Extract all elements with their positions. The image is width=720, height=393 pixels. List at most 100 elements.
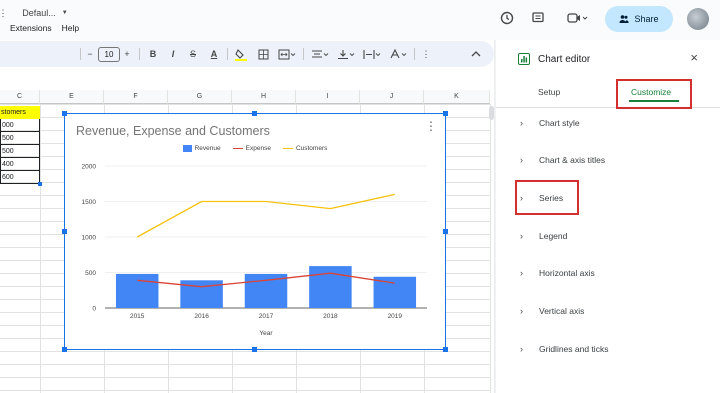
x-tick-label: 2019: [388, 313, 403, 320]
bar-revenue: [115, 273, 159, 308]
share-button[interactable]: Share: [605, 6, 673, 32]
section-label: Chart & axis titles: [539, 155, 606, 165]
people-icon: [619, 15, 630, 23]
text-wrap-icon[interactable]: [362, 41, 382, 67]
bold-button[interactable]: B: [147, 41, 159, 67]
chart-editor-header: Chart editor: [518, 53, 590, 65]
dropdown-arrow-icon: ▼: [61, 10, 68, 16]
section-label: Chart style: [539, 118, 580, 128]
chevron-right-icon: ›: [520, 155, 523, 165]
column-header-i[interactable]: I: [296, 90, 360, 104]
x-axis-title: Year: [259, 330, 273, 337]
section-legend[interactable]: › Legend: [520, 231, 567, 241]
row-gridline: [0, 390, 490, 391]
fill-color-icon[interactable]: [234, 41, 248, 67]
resize-handle-tl[interactable]: [62, 111, 67, 116]
chevron-right-icon: ›: [520, 344, 523, 354]
cell-d1[interactable]: stomers: [0, 106, 40, 119]
row-gridline: [0, 364, 490, 365]
section-chart-style[interactable]: › Chart style: [520, 118, 580, 128]
tab-setup[interactable]: Setup: [538, 87, 560, 97]
bar-revenue: [309, 266, 352, 308]
align-icon[interactable]: [310, 41, 330, 67]
section-label: Vertical axis: [539, 306, 585, 316]
column-header-j[interactable]: J: [360, 90, 424, 104]
section-label: Gridlines and ticks: [539, 344, 609, 354]
x-tick-label: 2018: [323, 313, 338, 320]
text-color-button[interactable]: A: [207, 41, 221, 67]
divider: [414, 48, 415, 60]
column-header-d[interactable]: C: [0, 90, 40, 104]
chart-plot-area[interactable]: 0 500 1000 1500 2000 2015 2016 2017 2018 2019 Year: [65, 114, 445, 349]
share-label: Share: [634, 14, 659, 24]
decrease-font-button[interactable]: −: [85, 41, 95, 67]
top-bar: Extensions Help Share: [0, 0, 720, 40]
column-header-k[interactable]: K: [424, 90, 490, 104]
avatar[interactable]: [687, 8, 709, 30]
vertical-align-icon[interactable]: [336, 41, 356, 67]
chart[interactable]: Revenue, Expense and Customers ⋮ Revenue…: [64, 113, 446, 350]
resize-handle-tr[interactable]: [443, 111, 448, 116]
resize-handle-br[interactable]: [443, 347, 448, 352]
chevron-right-icon: ›: [520, 231, 523, 241]
column-header-g[interactable]: G: [168, 90, 232, 104]
divider: [80, 48, 81, 60]
more-icon[interactable]: ⋮: [422, 41, 431, 67]
divider: [139, 48, 140, 60]
text-rotation-icon[interactable]: [388, 41, 408, 67]
meet-icon[interactable]: [564, 10, 590, 26]
row-gridline: [0, 104, 490, 105]
y-tick-label: 1000: [82, 235, 97, 242]
font-family-select[interactable]: Defaul... ▼: [20, 0, 70, 26]
section-label: Legend: [539, 231, 568, 241]
divider: [227, 48, 228, 60]
italic-button[interactable]: I: [167, 41, 179, 67]
y-tick-label: 2000: [82, 164, 97, 171]
cell-d2[interactable]: 000: [0, 119, 40, 132]
cell-d5[interactable]: 400: [0, 158, 40, 171]
merge-cells-icon[interactable]: [277, 41, 297, 67]
font-size-input[interactable]: 10: [98, 47, 120, 62]
toolbar-overflow-left: ⋮: [0, 7, 8, 18]
comments-icon[interactable]: [530, 10, 546, 26]
resize-handle-bl[interactable]: [62, 347, 67, 352]
chart-editor-title: Chart editor: [538, 53, 591, 65]
section-chart-axis-titles[interactable]: › Chart & axis titles: [520, 155, 605, 165]
bar-revenue: [180, 280, 223, 308]
font-family-value: Defaul...: [22, 8, 56, 18]
borders-icon[interactable]: [256, 41, 270, 67]
resize-handle-ml[interactable]: [62, 229, 67, 234]
column-header-h[interactable]: H: [232, 90, 296, 104]
column-header-f[interactable]: F: [104, 90, 168, 104]
section-vertical-axis[interactable]: › Vertical axis: [520, 306, 584, 316]
column-header-e[interactable]: E: [40, 90, 104, 104]
highlight-customize-tab: [616, 79, 692, 109]
close-icon[interactable]: ×: [690, 50, 698, 65]
collapse-toolbar-icon[interactable]: [470, 41, 482, 67]
y-tick-label: 0: [92, 306, 96, 313]
history-icon[interactable]: [499, 10, 515, 26]
column-gridline: [40, 104, 41, 393]
y-tick-label: 500: [85, 270, 96, 277]
resize-handle-tc[interactable]: [252, 111, 257, 116]
resize-handle-bc[interactable]: [252, 347, 257, 352]
row-gridline: [0, 377, 490, 378]
chevron-right-icon: ›: [520, 118, 523, 128]
section-horizontal-axis[interactable]: › Horizontal axis: [520, 268, 595, 278]
section-gridlines-ticks[interactable]: › Gridlines and ticks: [520, 344, 608, 354]
cell-d3[interactable]: 500: [0, 132, 40, 145]
y-tick-label: 1500: [82, 199, 97, 206]
x-tick-label: 2016: [194, 313, 209, 320]
section-label: Horizontal axis: [539, 268, 595, 278]
cell-d4[interactable]: 500: [0, 145, 40, 158]
row-gridline: [0, 351, 490, 352]
column-gridline: [490, 104, 491, 393]
chevron-right-icon: ›: [520, 268, 523, 278]
resize-handle-mr[interactable]: [443, 229, 448, 234]
increase-font-button[interactable]: +: [122, 41, 132, 67]
cell-d6[interactable]: 600: [0, 171, 40, 184]
x-tick-label: 2015: [130, 313, 145, 320]
x-tick-label: 2017: [259, 313, 274, 320]
selection-fill-handle[interactable]: [38, 182, 42, 186]
strikethrough-button[interactable]: S: [187, 41, 199, 67]
